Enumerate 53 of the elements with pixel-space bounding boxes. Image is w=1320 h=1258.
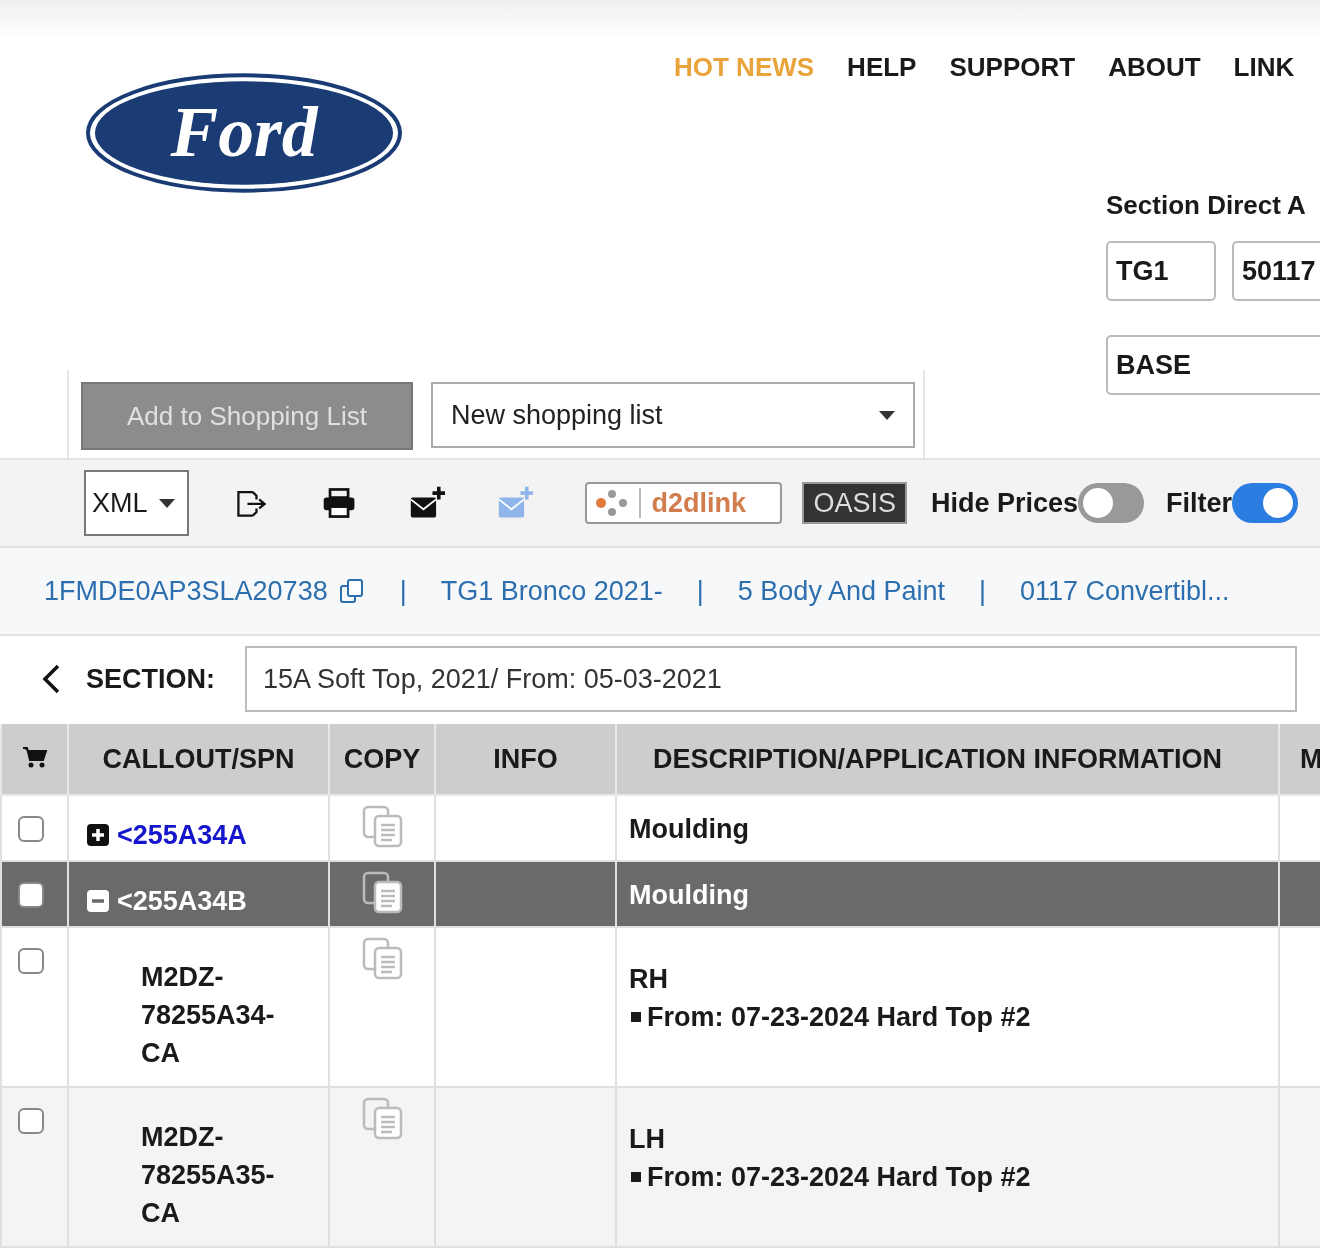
- nav-link[interactable]: LINK: [1233, 52, 1295, 96]
- application-note: From: 07-23-2024 Hard Top #2: [647, 1001, 1031, 1034]
- expand-icon[interactable]: [87, 824, 109, 846]
- collapse-icon[interactable]: [87, 890, 109, 912]
- oasis-button[interactable]: OASIS: [802, 482, 907, 524]
- description: Moulding: [628, 879, 750, 911]
- column-header: CALLOUT/SPN: [68, 724, 329, 795]
- bullet-icon: [631, 1172, 641, 1182]
- nav-link[interactable]: HELP: [847, 52, 917, 96]
- nav-link[interactable]: SUPPORT: [949, 52, 1076, 96]
- checkbox[interactable]: [18, 1108, 44, 1134]
- toggle-switch[interactable]: [1232, 483, 1298, 523]
- copy-icon[interactable]: [337, 577, 366, 605]
- description: LH: [628, 1123, 666, 1156]
- dots-icon: [595, 488, 630, 518]
- breadcrumb-separator: |: [399, 575, 407, 607]
- input-field[interactable]: BASE: [1106, 335, 1320, 395]
- back-icon[interactable]: [40, 663, 62, 695]
- caret-icon: [159, 498, 176, 508]
- breadcrumb-link[interactable]: 5 Body And Paint: [737, 575, 945, 607]
- input-field[interactable]: 50117: [1232, 241, 1320, 301]
- breadcrumb-link[interactable]: TG1 Bronco 2021-: [440, 575, 663, 607]
- application-note: From: 07-23-2024 Hard Top #2: [647, 1161, 1031, 1194]
- toggle-label: Filter: [1165, 487, 1232, 519]
- bullet-icon: [631, 1012, 641, 1022]
- checkbox[interactable]: [18, 882, 44, 908]
- caret-icon: [879, 410, 895, 420]
- vin-link[interactable]: 1FMDE0AP3SLA20738: [44, 575, 328, 607]
- part-number: M2DZ-78255A34-CA: [140, 961, 276, 1070]
- copy-icon[interactable]: [360, 870, 404, 914]
- cart-icon: [21, 745, 48, 768]
- nav-link[interactable]: ABOUT: [1108, 52, 1201, 96]
- checkbox[interactable]: [18, 948, 44, 974]
- column-header: INFO: [435, 724, 616, 795]
- toggle-label: Hide Prices: [930, 487, 1078, 519]
- breadcrumb-separator: |: [696, 575, 704, 607]
- column-header: COPY: [329, 724, 435, 795]
- input-field[interactable]: TG1: [1106, 241, 1216, 301]
- checkbox[interactable]: [18, 816, 44, 842]
- description: Moulding: [628, 813, 750, 845]
- column-header: DESCRIPTION/APPLICATION INFORMATION: [616, 724, 1279, 795]
- description: RH: [628, 963, 669, 996]
- shopping-list-dropdown[interactable]: New shopping list: [431, 382, 915, 448]
- toggle-switch[interactable]: [1077, 483, 1144, 523]
- breadcrumb-link[interactable]: 0117 Convertibl...: [1020, 575, 1230, 607]
- part-number: M2DZ-78255A35-CA: [140, 1121, 276, 1230]
- column-header: M: [1279, 724, 1320, 795]
- format-dropdown[interactable]: XML: [84, 470, 190, 536]
- section-direct-title: Section Direct A: [1106, 190, 1307, 221]
- section-label: SECTION:: [86, 663, 215, 695]
- breadcrumb-separator: |: [979, 575, 986, 607]
- ford-logo: Ford: [85, 72, 403, 194]
- section-field[interactable]: 15A Soft Top, 2021/ From: 05-03-2021: [245, 646, 1297, 712]
